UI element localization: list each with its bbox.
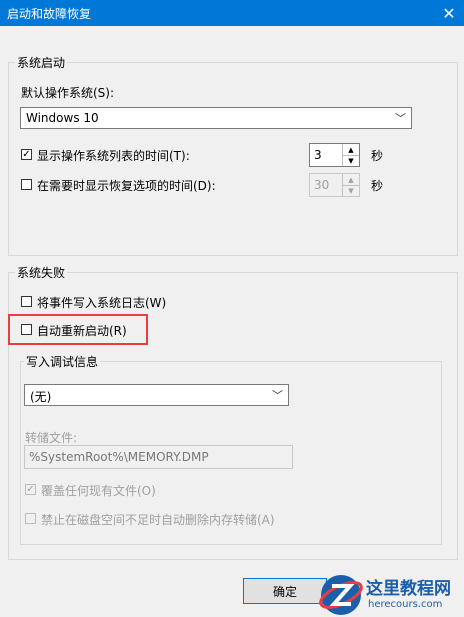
red-highlight-box: [8, 314, 148, 345]
ok-button[interactable]: 确定: [243, 578, 327, 604]
dump-file-field: %SystemRoot%\MEMORY.DMP: [24, 445, 293, 469]
write-event-checkbox[interactable]: [21, 296, 32, 307]
watermark-name: 这里教程网: [366, 579, 451, 599]
system-failure-legend: 系统失败: [15, 264, 68, 281]
show-os-list-checkbox[interactable]: ✓: [21, 149, 32, 160]
disable-auto-delete-checkbox: [25, 513, 36, 524]
spin-down-icon[interactable]: ▼: [342, 155, 359, 166]
show-recovery-label[interactable]: 在需要时显示恢复选项的时间(D):: [37, 177, 216, 194]
dump-file-label: 转储文件:: [25, 431, 78, 445]
title-bar: 启动和故障恢复 ✕: [0, 0, 464, 26]
overwrite-checkbox: ✓: [25, 483, 36, 495]
default-os-select[interactable]: Windows 10 ﹀: [20, 107, 412, 129]
show-recovery-value: 30: [314, 178, 330, 192]
write-event-label[interactable]: 将事件写入系统日志(W): [37, 294, 166, 311]
chevron-down-icon: ﹀: [272, 389, 283, 402]
debug-info-legend: 写入调试信息: [24, 353, 101, 370]
watermark-url: herecours.com: [368, 599, 443, 610]
close-icon[interactable]: ✕: [434, 0, 464, 26]
watermark: 这里教程网 herecours.com: [318, 572, 464, 617]
spin-down-icon: ▼: [342, 185, 359, 196]
overwrite-label: 覆盖任何现有文件(O): [41, 484, 156, 498]
system-startup-legend: 系统启动: [15, 54, 68, 71]
disable-auto-delete-label: 禁止在磁盘空间不足时自动删除内存转储(A): [41, 513, 275, 527]
show-recovery-checkbox[interactable]: [21, 179, 32, 190]
default-os-value: Windows 10: [26, 111, 99, 125]
chevron-down-icon: ﹀: [395, 112, 406, 125]
show-os-list-value: 3: [314, 148, 322, 162]
debug-info-value: (无): [30, 390, 52, 404]
default-os-label: 默认操作系统(S):: [21, 86, 115, 100]
show-recovery-unit: 秒: [371, 179, 384, 193]
show-os-list-stepper[interactable]: 3 ▲ ▼: [309, 143, 360, 167]
show-os-list-unit: 秒: [371, 149, 384, 163]
window-title: 启动和故障恢复: [7, 7, 92, 21]
debug-info-select[interactable]: (无) ﹀: [24, 384, 289, 406]
watermark-logo-icon: [319, 575, 363, 615]
dump-file-value: %SystemRoot%\MEMORY.DMP: [29, 450, 209, 464]
show-recovery-stepper: 30 ▲ ▼: [309, 173, 360, 197]
show-os-list-label[interactable]: 显示操作系统列表的时间(T):: [37, 147, 190, 164]
